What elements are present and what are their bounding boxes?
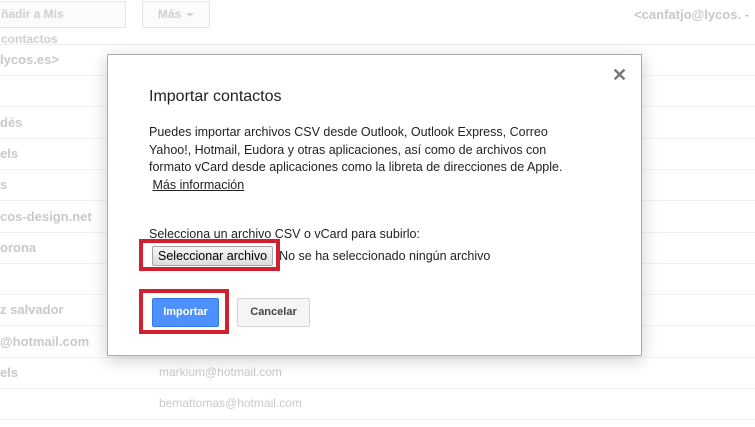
contacts-toolbar: ñadir a Mis contactos Más <canfatjo@lyco… xyxy=(0,0,755,46)
dialog-description: Puedes importar archivos CSV desde Outlo… xyxy=(149,124,579,194)
contact-email: bemattomas@hotmail.com xyxy=(159,396,302,411)
contact-name: s xyxy=(0,177,8,193)
contact-name: lycos.es> xyxy=(0,52,59,67)
file-status-text: No se ha seleccionado ningún archivo xyxy=(279,249,491,263)
dialog-title: Importar contactos xyxy=(149,88,282,105)
contact-name: els xyxy=(0,145,19,161)
chevron-down-icon xyxy=(186,12,195,17)
more-info-link[interactable]: Más información xyxy=(152,178,244,192)
description-text: Puedes importar archivos CSV desde Outlo… xyxy=(149,125,563,174)
contact-name: @hotmail.com xyxy=(0,333,90,349)
contact-name: dés xyxy=(0,114,23,130)
add-to-contacts-button[interactable]: ñadir a Mis contactos xyxy=(0,1,126,46)
more-button-label: Más xyxy=(157,7,182,21)
close-icon[interactable]: ✕ xyxy=(612,66,627,84)
cancel-button[interactable]: Cancelar xyxy=(237,298,310,327)
contact-name: orona xyxy=(0,239,37,255)
contact-name: z salvador xyxy=(0,302,64,318)
contact-email: markium@hotmail.com xyxy=(159,365,282,379)
account-label: <canfatjo@lycos. - xyxy=(634,7,749,22)
more-button[interactable]: Más xyxy=(142,1,210,28)
import-button-highlight xyxy=(139,289,229,334)
contact-row[interactable]: bemattomas@hotmail.com xyxy=(0,388,755,421)
contact-name: els xyxy=(0,365,19,380)
file-button-highlight xyxy=(139,239,280,271)
contact-row[interactable]: els markium@hotmail.com xyxy=(0,357,755,389)
contact-name: cos-design.net xyxy=(0,208,92,224)
